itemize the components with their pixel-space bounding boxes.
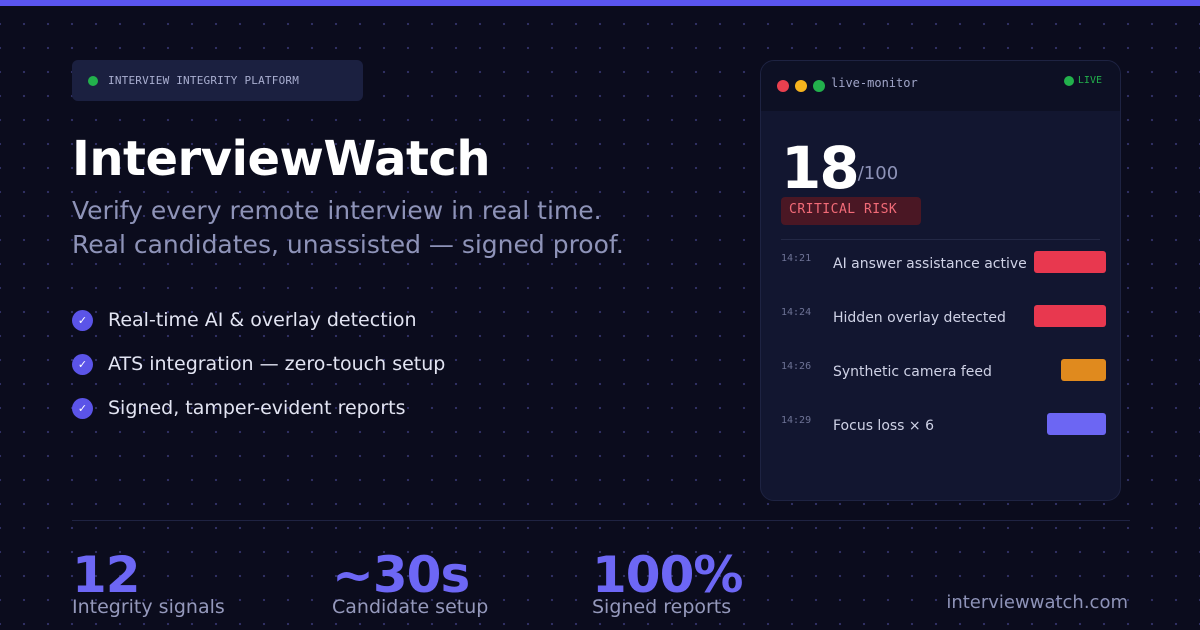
footer-divider xyxy=(72,520,1130,521)
event-row: 14:26 Synthetic camera feed xyxy=(781,359,1106,413)
feature-list: ✓ Real-time AI & overlay detection ✓ ATS… xyxy=(72,298,445,430)
stat-candidate-setup: ~30s Candidate setup xyxy=(332,546,488,618)
stat-signed-reports: 100% Signed reports xyxy=(592,546,743,618)
feature-item: ✓ Signed, tamper-evident reports xyxy=(72,386,445,430)
monitor-title: live-monitor xyxy=(831,76,918,90)
event-time: 14:24 xyxy=(781,307,812,318)
live-indicator: LIVE xyxy=(1063,75,1102,86)
live-monitor-window: live-monitor LIVE 18 /100 CRITICAL RISK … xyxy=(760,60,1121,501)
feature-text: Signed, tamper-evident reports xyxy=(108,397,406,419)
severity-bar xyxy=(1061,359,1106,381)
score-max: /100 xyxy=(857,163,899,184)
event-label: Synthetic camera feed xyxy=(833,364,992,380)
feature-text: Real-time AI & overlay detection xyxy=(108,309,417,331)
stat-value: ~30s xyxy=(332,546,470,604)
score-value: 18 xyxy=(781,134,860,202)
check-icon: ✓ xyxy=(72,353,93,375)
site-link[interactable]: interviewwatch.com xyxy=(946,592,1128,613)
minimize-window-icon[interactable] xyxy=(795,80,807,92)
stat-label: Integrity signals xyxy=(72,596,225,618)
feature-item: ✓ ATS integration — zero-touch setup xyxy=(72,342,445,386)
brand-title: InterviewWatch xyxy=(72,131,491,187)
stat-label: Candidate setup xyxy=(332,596,489,618)
monitor-divider xyxy=(781,239,1100,240)
feature-text: ATS integration — zero-touch setup xyxy=(108,353,446,375)
platform-badge: INTERVIEW INTEGRITY PLATFORM xyxy=(72,60,363,101)
severity-bar xyxy=(1034,305,1106,327)
feature-item: ✓ Real-time AI & overlay detection xyxy=(72,298,445,342)
event-row: 14:29 Focus loss × 6 xyxy=(781,413,1106,467)
live-dot-icon xyxy=(1063,75,1074,86)
badge-text: INTERVIEW INTEGRITY PLATFORM xyxy=(108,74,300,87)
event-row: 14:21 AI answer assistance active xyxy=(781,251,1106,305)
check-icon: ✓ xyxy=(72,309,93,331)
event-time: 14:26 xyxy=(781,361,812,372)
event-list: 14:21 AI answer assistance active 14:24 … xyxy=(781,251,1106,467)
monitor-titlebar: live-monitor LIVE xyxy=(761,61,1120,111)
stat-value: 12 xyxy=(72,546,141,604)
tagline-line-2: Real candidates, unassisted — signed pro… xyxy=(72,230,624,259)
event-label: Hidden overlay detected xyxy=(833,310,1006,326)
check-icon: ✓ xyxy=(72,397,93,419)
top-accent-bar xyxy=(0,0,1200,6)
live-label: LIVE xyxy=(1077,75,1102,86)
tagline: Verify every remote interview in real ti… xyxy=(72,194,624,262)
severity-bar xyxy=(1047,413,1106,435)
event-time: 14:21 xyxy=(781,253,812,264)
status-dot-icon xyxy=(88,75,98,86)
stat-value: 100% xyxy=(592,546,743,604)
event-time: 14:29 xyxy=(781,415,812,426)
event-label: AI answer assistance active xyxy=(833,256,1027,272)
severity-bar xyxy=(1034,251,1106,273)
stat-label: Signed reports xyxy=(592,596,732,618)
stat-integrity-signals: 12 Integrity signals xyxy=(72,546,225,618)
tagline-line-1: Verify every remote interview in real ti… xyxy=(72,196,602,225)
risk-badge: CRITICAL RISK xyxy=(781,197,921,225)
maximize-window-icon[interactable] xyxy=(813,80,825,92)
event-row: 14:24 Hidden overlay detected xyxy=(781,305,1106,359)
event-label: Focus loss × 6 xyxy=(833,418,935,434)
close-window-icon[interactable] xyxy=(777,80,789,92)
risk-score: 18 /100 xyxy=(781,137,898,199)
